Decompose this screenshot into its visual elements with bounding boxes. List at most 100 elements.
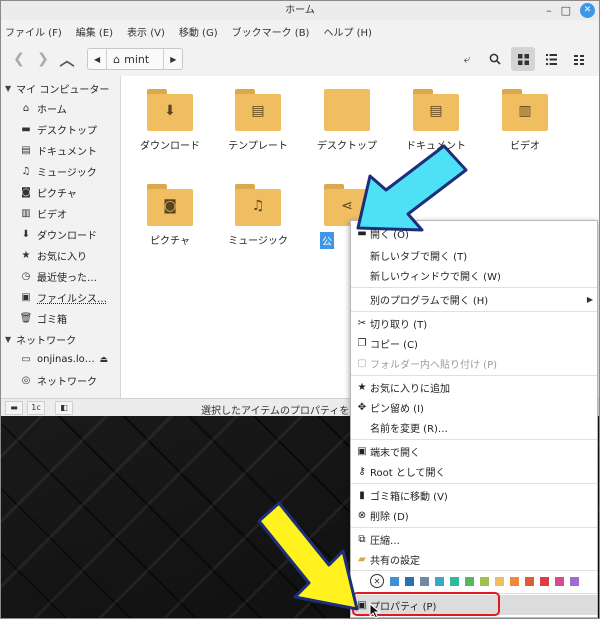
color-swatch[interactable] — [510, 576, 519, 586]
folder-downloads[interactable]: ⬇ ダウンロード — [130, 89, 210, 152]
sidebar-header-label: ネットワーク — [16, 335, 77, 347]
color-swatch[interactable] — [570, 576, 579, 586]
menu-item-sharing[interactable]: ▰ 共有の設定 — [351, 549, 597, 569]
color-swatch[interactable] — [480, 576, 489, 586]
menu-view[interactable]: 表示 (V) — [127, 24, 165, 39]
folder-icon: ▤ — [235, 89, 281, 131]
sidebar-item-pictures[interactable]: ◙ ピクチャ — [1, 182, 120, 203]
menu-item-open-new-window[interactable]: 新しいウィンドウで開く (W) — [351, 265, 597, 285]
folder-icon: ▥ — [502, 89, 548, 131]
grid-view-icon — [517, 53, 529, 65]
sidebar-item-label: ドキュメント — [37, 147, 97, 158]
maximize-button[interactable]: □ — [561, 5, 571, 16]
menu-item-delete[interactable]: ⊗ 削除 (D) — [351, 505, 597, 525]
menu-item-add-favorite[interactable]: ★ お気に入りに追加 — [351, 377, 597, 397]
toggle-location-button[interactable]: ⤶ — [455, 47, 479, 71]
sidebar-item-favorites[interactable]: ★ お気に入り — [1, 245, 120, 266]
menu-item-label: 削除 (D) — [370, 511, 409, 523]
show-tree-button[interactable]: 1c — [27, 400, 45, 415]
compact-view-icon — [573, 54, 584, 65]
menu-item-label: 圧縮… — [370, 535, 400, 547]
context-menu: ▬ 開く (O) 新しいタブで開く (T) 新しいウィンドウで開く (W) 別のプ… — [350, 220, 598, 618]
menu-item-label: 別のプログラムで開く (H) — [370, 295, 489, 307]
color-swatch[interactable] — [525, 576, 534, 586]
menu-file[interactable]: ファイル (F) — [5, 24, 62, 39]
color-swatch[interactable] — [405, 576, 414, 586]
close-button[interactable]: ✕ — [580, 3, 595, 18]
menu-item-paste-into[interactable]: ▢ フォルダー内へ貼り付け (P) — [351, 353, 597, 373]
compact-view-button[interactable] — [567, 47, 591, 71]
forward-button[interactable]: ❯ — [31, 47, 55, 71]
color-swatch[interactable] — [495, 576, 504, 586]
trash-icon: 🗑︎ — [19, 313, 33, 324]
menu-go[interactable]: 移動 (G) — [179, 24, 218, 39]
menu-item-rename[interactable]: 名前を変更 (R)… — [351, 417, 597, 437]
menu-item-open-terminal[interactable]: ▣ 端末で開く — [351, 441, 597, 461]
color-swatch[interactable] — [540, 576, 549, 586]
up-button[interactable]: ︿ — [55, 47, 79, 71]
back-button[interactable]: ❮ — [7, 47, 31, 71]
menu-item-label: 名前を変更 (R)… — [370, 423, 448, 435]
sidebar-item-videos[interactable]: ▥ ビデオ — [1, 203, 120, 224]
drive-icon: ▣ — [21, 292, 31, 303]
sidebar-item-recent[interactable]: ◷ 最近使った… — [1, 266, 120, 287]
menu-item-label: Root として開く — [370, 467, 446, 479]
menu-item-open-new-tab[interactable]: 新しいタブで開く (T) — [351, 245, 597, 265]
path-crumb-label: mint — [124, 52, 150, 66]
sidebar-item-documents[interactable]: ▤ ドキュメント — [1, 140, 120, 161]
hide-sidebar-button[interactable]: ◧ — [55, 400, 73, 415]
menu-item-copy[interactable]: ❐ コピー (C) — [351, 333, 597, 353]
sidebar-item-nas[interactable]: ▭ onjinas.lo… ⏏ — [1, 349, 120, 370]
sidebar-item-label: デスクトップ — [37, 126, 97, 137]
show-places-button[interactable]: ▬ — [5, 400, 23, 415]
menu-item-pin[interactable]: ✥ ピン留め (I) — [351, 397, 597, 417]
music-icon: ♫ — [251, 198, 265, 214]
minimize-button[interactable]: – — [546, 5, 552, 16]
sidebar-item-downloads[interactable]: ⬇ ダウンロード — [1, 224, 120, 245]
menu-help[interactable]: ヘルプ (H) — [323, 24, 372, 39]
color-swatch[interactable] — [435, 576, 444, 586]
menu-item-label: コピー (C) — [370, 339, 418, 351]
path-toggle-button[interactable]: ◀ — [88, 49, 106, 69]
menu-item-move-to-trash[interactable]: ▮ ゴミ箱に移動 (V) — [351, 485, 597, 505]
color-swatch[interactable] — [420, 576, 429, 586]
cut-icon: ✂ — [357, 317, 367, 329]
sidebar-item-trash[interactable]: 🗑︎ ゴミ箱 — [1, 308, 120, 329]
path-crumb-home[interactable]: ⌂ mint — [106, 49, 163, 69]
sidebar-item-network[interactable]: ◎ ネットワーク — [1, 370, 120, 391]
color-swatch[interactable] — [555, 576, 564, 586]
folder-pictures[interactable]: ◙ ピクチャ — [130, 184, 210, 247]
paste-icon: ▢ — [357, 357, 367, 369]
grid-view-button[interactable] — [511, 47, 535, 71]
sidebar-header-network[interactable]: ▼ ネットワーク — [1, 329, 120, 349]
menu-bar: ファイル (F) 編集 (E) 表示 (V) 移動 (G) ブックマーク (B)… — [1, 20, 599, 42]
menu-item-compress[interactable]: ⧉ 圧縮… — [351, 529, 597, 549]
window-controls: – □ ✕ — [546, 1, 595, 20]
sidebar-header-my-computer[interactable]: ▼ マイ コンピューター — [1, 78, 120, 98]
menu-edit[interactable]: 編集 (E) — [76, 24, 113, 39]
menu-item-cut[interactable]: ✂ 切り取り (T) — [351, 313, 597, 333]
mouse-cursor-icon — [369, 603, 381, 619]
sidebar-item-label: ビデオ — [37, 210, 67, 221]
folder-icon: ♫ — [235, 184, 281, 226]
sidebar-item-home[interactable]: ⌂ ホーム — [1, 98, 120, 119]
color-swatch[interactable] — [390, 576, 399, 586]
menu-bookmarks[interactable]: ブックマーク (B) — [232, 24, 310, 39]
eject-icon[interactable]: ⏏ — [99, 355, 108, 365]
folder-templates[interactable]: ▤ テンプレート — [218, 89, 298, 152]
toolbar-right: ⤶ — [455, 47, 591, 71]
reset-color-icon[interactable]: ✕ — [370, 574, 384, 588]
path-next-button[interactable]: ▶ — [163, 49, 182, 69]
search-button[interactable] — [483, 47, 507, 71]
folder-music[interactable]: ♫ ミュージック — [218, 184, 298, 247]
menu-item-open-with[interactable]: 別のプログラムで開く (H) ▶ — [351, 289, 597, 309]
color-swatch[interactable] — [450, 576, 459, 586]
sidebar-item-desktop[interactable]: ▬ デスクトップ — [1, 119, 120, 140]
folder-videos[interactable]: ▥ ビデオ — [485, 89, 565, 152]
menu-item-open-as-root[interactable]: ⚷ Root として開く — [351, 461, 597, 481]
list-view-button[interactable] — [539, 47, 563, 71]
sidebar-item-filesystem[interactable]: ▣ ファイルシス… — [1, 287, 120, 308]
color-swatch[interactable] — [465, 576, 474, 586]
file-label: ダウンロード — [140, 141, 200, 152]
sidebar-item-music[interactable]: ♫ ミュージック — [1, 161, 120, 182]
